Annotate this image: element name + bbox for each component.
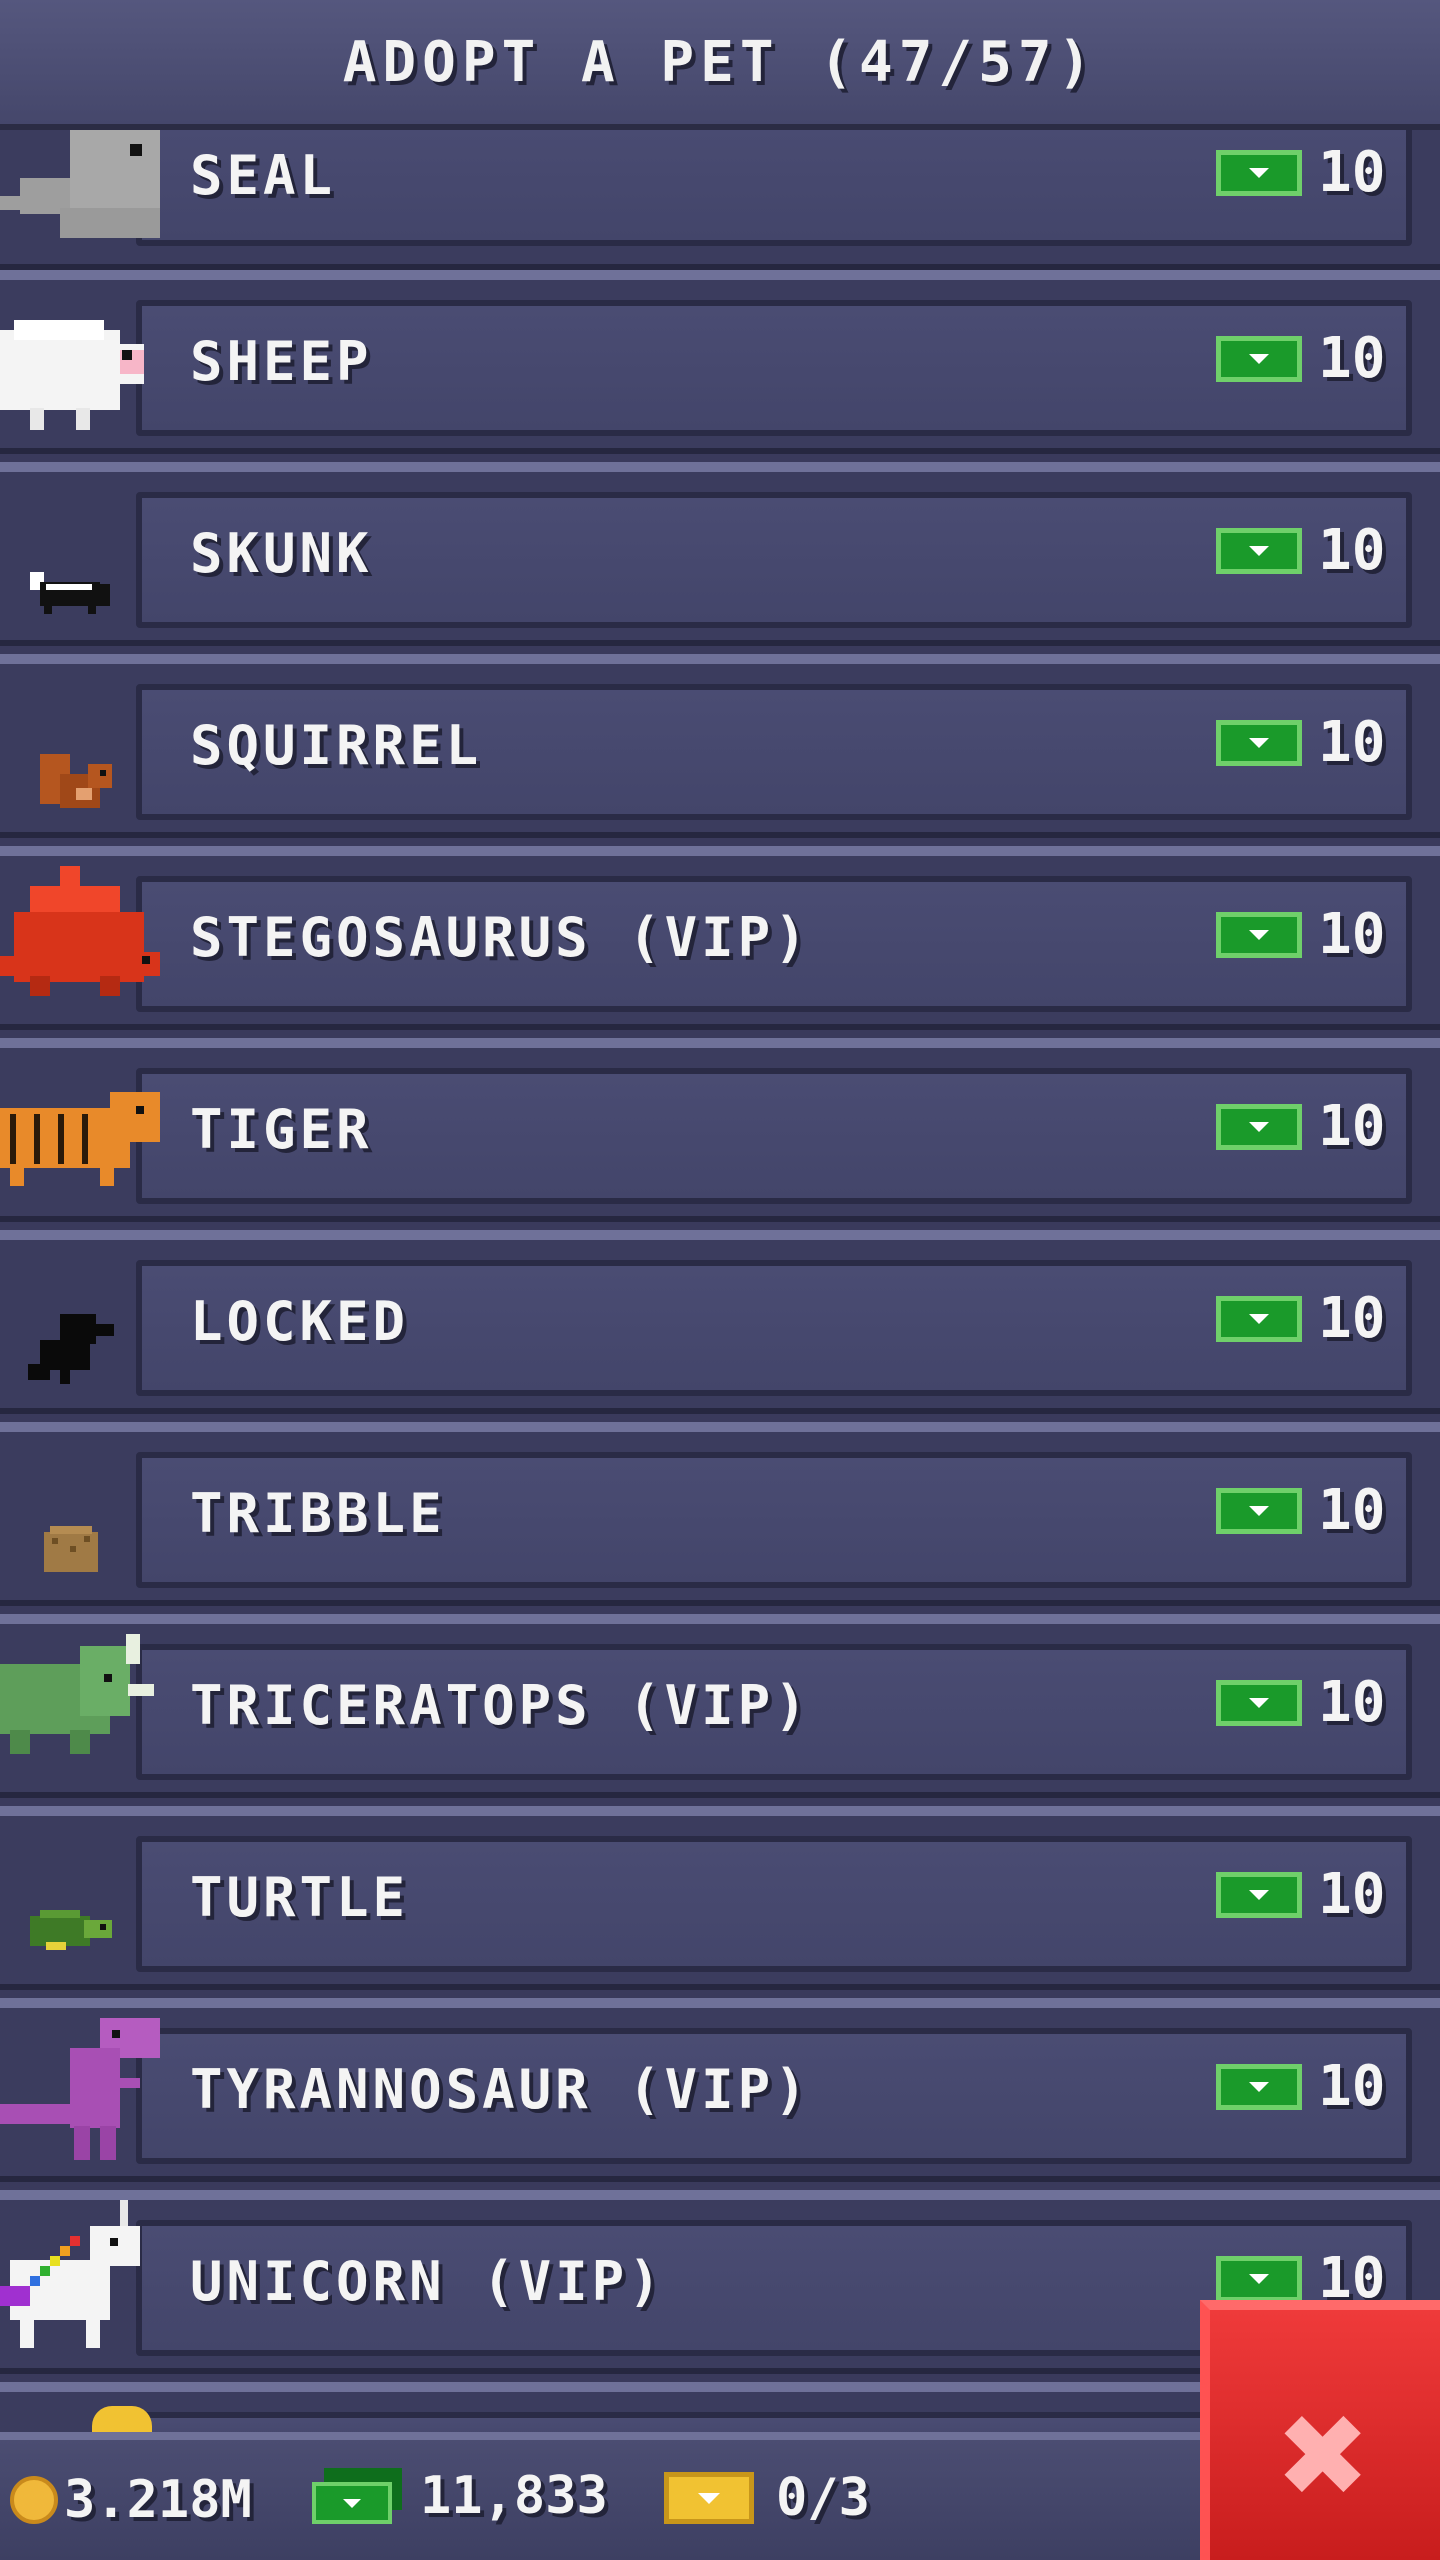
cash-icon: [1216, 527, 1302, 574]
pet-name: TURTLE: [190, 1866, 410, 1929]
cash-icon: [1216, 335, 1302, 382]
pet-name: LOCKED: [190, 1290, 410, 1353]
squirrel-icon: [0, 664, 170, 848]
triceratops-icon: [0, 1624, 170, 1808]
cash-icon: [1216, 2255, 1302, 2302]
locked-silhouette-icon: [0, 1240, 170, 1424]
price-value: 10: [1318, 2054, 1386, 2119]
coin-icon: [10, 2476, 58, 2524]
price-value: 10: [1318, 1862, 1386, 1927]
tribble-icon: [0, 1432, 170, 1616]
price-tag[interactable]: 10: [1216, 2054, 1385, 2119]
header-bar: ADOPT A PET (47/57): [0, 0, 1440, 130]
cash-icon: [1216, 149, 1302, 196]
tickets-balance: 0/3: [664, 2468, 870, 2528]
price-tag[interactable]: 10: [1216, 1478, 1385, 1543]
price-value: 10: [1318, 326, 1386, 391]
pet-name: TRICERATOPS (VIP): [190, 1674, 811, 1737]
pet-row-locked[interactable]: LOCKED 10: [0, 1230, 1440, 1414]
unicorn-icon: [0, 2200, 170, 2384]
price-tag[interactable]: 10: [1216, 518, 1385, 583]
pet-name: SQUIRREL: [190, 714, 483, 777]
price-value: 10: [1318, 140, 1386, 205]
ticket-icon: [664, 2472, 754, 2524]
pet-row-stegosaurus[interactable]: STEGOSAURUS (VIP) 10: [0, 846, 1440, 1030]
pet-name: STEGOSAURUS (VIP): [190, 906, 811, 969]
cash-icon: [1216, 1487, 1302, 1534]
cash-icon: [1216, 2063, 1302, 2110]
price-value: 10: [1318, 518, 1386, 583]
pet-row-tiger[interactable]: TIGER 10: [0, 1038, 1440, 1222]
pet-name: UNICORN (VIP): [190, 2250, 665, 2313]
price-tag[interactable]: 10: [1216, 1286, 1385, 1351]
pet-list[interactable]: SEAL 10 SHEEP 10 SKUNK 10 SQUIRREL 10 ST…: [0, 0, 1440, 2560]
cash-icon: [1216, 1295, 1302, 1342]
price-tag[interactable]: 10: [1216, 1094, 1385, 1159]
pet-row-squirrel[interactable]: SQUIRREL 10: [0, 654, 1440, 838]
price-tag[interactable]: 10: [1216, 710, 1385, 775]
price-value: 10: [1318, 902, 1386, 967]
tiger-icon: [0, 1048, 170, 1232]
pet-name: SEAL: [190, 144, 337, 207]
cash-stack-icon: [312, 2468, 402, 2524]
price-value: 10: [1318, 1670, 1386, 1735]
price-tag[interactable]: 10: [1216, 1670, 1385, 1735]
cash-value: 11,833: [420, 2466, 608, 2526]
price-tag[interactable]: 10: [1216, 326, 1385, 391]
cash-icon: [1216, 1103, 1302, 1150]
pet-name: TRIBBLE: [190, 1482, 446, 1545]
price-tag[interactable]: 10: [1216, 1862, 1385, 1927]
seal-icon: [0, 108, 170, 292]
price-tag[interactable]: 10: [1216, 902, 1385, 967]
cash-icon: [1216, 1679, 1302, 1726]
close-button[interactable]: ✖: [1200, 2300, 1440, 2560]
tickets-value: 0/3: [776, 2468, 870, 2528]
pet-row-skunk[interactable]: SKUNK 10: [0, 462, 1440, 646]
pet-row-seal[interactable]: SEAL 10: [0, 108, 1440, 270]
price-value: 10: [1318, 1286, 1386, 1351]
price-value: 10: [1318, 1094, 1386, 1159]
sheep-icon: [0, 280, 170, 464]
skunk-icon: [0, 472, 170, 656]
price-value: 10: [1318, 710, 1386, 775]
coins-balance: 3.218M: [10, 2470, 252, 2530]
pet-row-turtle[interactable]: TURTLE 10: [0, 1806, 1440, 1990]
coins-value: 3.218M: [64, 2470, 252, 2530]
pet-name: TIGER: [190, 1098, 373, 1161]
pet-row-tribble[interactable]: TRIBBLE 10: [0, 1422, 1440, 1606]
pet-name: SKUNK: [190, 522, 373, 585]
cash-icon: [1216, 911, 1302, 958]
cash-icon: [1216, 719, 1302, 766]
stegosaurus-icon: [0, 856, 170, 1040]
pet-row-sheep[interactable]: SHEEP 10: [0, 270, 1440, 454]
cash-balance: 11,833: [312, 2466, 608, 2526]
cash-icon: [1216, 1871, 1302, 1918]
pet-row-triceratops[interactable]: TRICERATOPS (VIP) 10: [0, 1614, 1440, 1798]
pet-name: TYRANNOSAUR (VIP): [190, 2058, 811, 2121]
tyrannosaur-icon: [0, 2008, 170, 2192]
turtle-icon: [0, 1816, 170, 2000]
page-title: ADOPT A PET (47/57): [342, 29, 1098, 95]
pet-row-tyrannosaur[interactable]: TYRANNOSAUR (VIP) 10: [0, 1998, 1440, 2182]
price-value: 10: [1318, 1478, 1386, 1543]
close-icon: ✖: [1279, 2368, 1371, 2542]
pet-name: SHEEP: [190, 330, 373, 393]
price-tag[interactable]: 10: [1216, 140, 1385, 205]
